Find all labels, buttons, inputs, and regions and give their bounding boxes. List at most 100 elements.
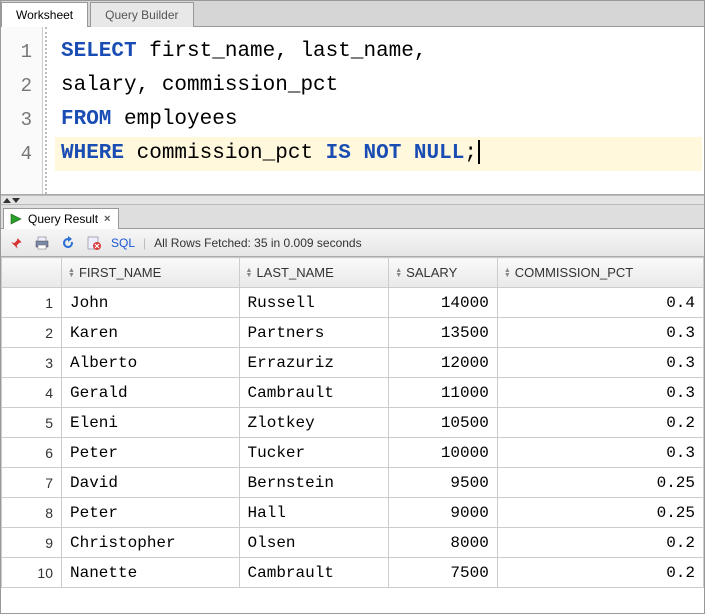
cell[interactable]: Russell (239, 288, 389, 318)
sort-icon[interactable]: ▲▼ (68, 268, 75, 278)
splitter-handle[interactable] (1, 195, 704, 205)
close-icon[interactable]: × (104, 213, 110, 225)
cell[interactable]: Cambrault (239, 378, 389, 408)
cell[interactable]: Alberto (62, 348, 240, 378)
cell[interactable]: 0.2 (497, 528, 703, 558)
tab-query-result[interactable]: Query Result × (3, 208, 119, 229)
print-icon[interactable] (33, 234, 51, 252)
cell[interactable]: 14000 (389, 288, 498, 318)
result-tab-label: Query Result (28, 212, 98, 226)
row-number: 7 (2, 468, 62, 498)
cell[interactable]: 12000 (389, 348, 498, 378)
line-number: 2 (1, 69, 42, 103)
cancel-icon[interactable] (85, 234, 103, 252)
run-icon (10, 213, 22, 225)
cell[interactable]: 10000 (389, 438, 498, 468)
cell[interactable]: 0.2 (497, 558, 703, 588)
cell[interactable]: Nanette (62, 558, 240, 588)
table-row[interactable]: 2KarenPartners135000.3 (2, 318, 704, 348)
table-row[interactable]: 7DavidBernstein95000.25 (2, 468, 704, 498)
refresh-icon[interactable] (59, 234, 77, 252)
cell[interactable]: 0.25 (497, 468, 703, 498)
cell[interactable]: Olsen (239, 528, 389, 558)
cell[interactable]: Peter (62, 438, 240, 468)
table-row[interactable]: 5EleniZlotkey105000.2 (2, 408, 704, 438)
cell[interactable]: Bernstein (239, 468, 389, 498)
pin-icon[interactable] (7, 234, 25, 252)
cell[interactable]: Errazuriz (239, 348, 389, 378)
separator: | (143, 236, 146, 250)
cell[interactable]: 0.3 (497, 378, 703, 408)
cell[interactable]: Gerald (62, 378, 240, 408)
cell[interactable]: 0.3 (497, 438, 703, 468)
cell[interactable]: Hall (239, 498, 389, 528)
collapse-down-icon (12, 198, 20, 203)
row-number: 8 (2, 498, 62, 528)
cell[interactable]: 9500 (389, 468, 498, 498)
column-label: COMMISSION_PCT (515, 265, 633, 280)
sql-link[interactable]: SQL (111, 236, 135, 250)
column-header[interactable]: ▲▼ SALARY (389, 258, 498, 288)
column-header[interactable]: ▲▼LAST_NAME (239, 258, 389, 288)
row-number: 10 (2, 558, 62, 588)
column-label: SALARY (406, 265, 457, 280)
cell[interactable]: Zlotkey (239, 408, 389, 438)
cell[interactable]: 8000 (389, 528, 498, 558)
cell[interactable]: 0.3 (497, 318, 703, 348)
cell[interactable]: Tucker (239, 438, 389, 468)
code-line[interactable]: salary, commission_pct (55, 69, 702, 103)
line-number: 3 (1, 103, 42, 137)
table-row[interactable]: 10NanetteCambrault75000.2 (2, 558, 704, 588)
code-line[interactable]: SELECT first_name, last_name, (55, 35, 702, 69)
editor-tabs: Worksheet Query Builder (1, 1, 704, 27)
sql-editor[interactable]: 1234 SELECT first_name, last_name,salary… (1, 27, 704, 195)
code-area[interactable]: SELECT first_name, last_name,salary, com… (45, 27, 704, 194)
table-row[interactable]: 6PeterTucker100000.3 (2, 438, 704, 468)
cell[interactable]: David (62, 468, 240, 498)
tab-worksheet[interactable]: Worksheet (1, 2, 88, 27)
column-header[interactable]: ▲▼ COMMISSION_PCT (497, 258, 703, 288)
row-number: 2 (2, 318, 62, 348)
cell[interactable]: 10500 (389, 408, 498, 438)
cell[interactable]: Karen (62, 318, 240, 348)
line-number: 4 (1, 137, 42, 171)
cell[interactable]: 13500 (389, 318, 498, 348)
tab-query-builder[interactable]: Query Builder (90, 2, 193, 27)
column-label: LAST_NAME (256, 265, 333, 280)
cell[interactable]: 7500 (389, 558, 498, 588)
row-number: 5 (2, 408, 62, 438)
row-number: 6 (2, 438, 62, 468)
cell[interactable]: 0.25 (497, 498, 703, 528)
cell[interactable]: Christopher (62, 528, 240, 558)
column-header[interactable]: ▲▼ FIRST_NAME (62, 258, 240, 288)
result-grid[interactable]: ▲▼FIRST_NAME▲▼LAST_NAME▲▼SALARY▲▼COMMISS… (1, 257, 704, 613)
table-row[interactable]: 3AlbertoErrazuriz120000.3 (2, 348, 704, 378)
cell[interactable]: Peter (62, 498, 240, 528)
cell[interactable]: 9000 (389, 498, 498, 528)
cell[interactable]: John (62, 288, 240, 318)
column-label: FIRST_NAME (79, 265, 161, 280)
cell[interactable]: Cambrault (239, 558, 389, 588)
table-row[interactable]: 4GeraldCambrault110000.3 (2, 378, 704, 408)
table-row[interactable]: 1JohnRussell140000.4 (2, 288, 704, 318)
sort-icon[interactable]: ▲▼ (504, 268, 511, 278)
result-tabs: Query Result × (1, 205, 704, 229)
cell[interactable]: Partners (239, 318, 389, 348)
table-row[interactable]: 9ChristopherOlsen80000.2 (2, 528, 704, 558)
result-toolbar: SQL | All Rows Fetched: 35 in 0.009 seco… (1, 229, 704, 257)
cell[interactable]: 0.4 (497, 288, 703, 318)
cell[interactable]: 0.3 (497, 348, 703, 378)
sort-icon[interactable]: ▲▼ (395, 268, 402, 278)
row-number: 3 (2, 348, 62, 378)
row-number: 9 (2, 528, 62, 558)
cell[interactable]: Eleni (62, 408, 240, 438)
sort-icon[interactable]: ▲▼ (246, 268, 253, 278)
cell[interactable]: 11000 (389, 378, 498, 408)
text-cursor (478, 140, 480, 164)
code-line[interactable]: WHERE commission_pct IS NOT NULL; (55, 137, 702, 171)
table-row[interactable]: 8PeterHall90000.25 (2, 498, 704, 528)
code-line[interactable]: FROM employees (55, 103, 702, 137)
rownum-header (2, 258, 62, 288)
line-number: 1 (1, 35, 42, 69)
cell[interactable]: 0.2 (497, 408, 703, 438)
